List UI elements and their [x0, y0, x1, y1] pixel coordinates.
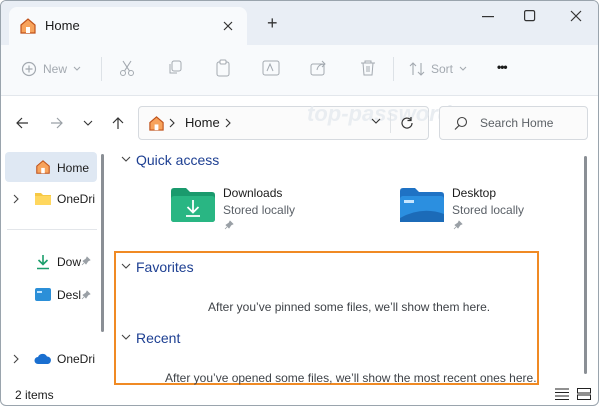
paste-icon[interactable] — [213, 58, 233, 78]
breadcrumb-chevron-icon — [169, 118, 175, 128]
item-count: 2 items — [15, 388, 54, 402]
navigation-bar: Home top-password.com Search Home — [1, 96, 598, 148]
recent-empty-text: After you’ve opened some files, we’ll sh… — [165, 371, 537, 385]
breadcrumb-home[interactable]: Home — [185, 115, 220, 130]
search-icon — [454, 116, 468, 130]
address-bar[interactable]: Home top-password.com — [138, 101, 503, 140]
sort-icon — [409, 61, 425, 77]
section-title: Recent — [136, 330, 181, 346]
tiles-view-icon[interactable] — [577, 388, 591, 400]
sidebar-scrollbar[interactable] — [101, 154, 104, 332]
section-title: Favorites — [136, 259, 194, 275]
sidebar-item-onedrive-personal[interactable]: OneDri — [5, 186, 97, 212]
sort-button[interactable]: Sort — [409, 60, 467, 78]
status-bar: 2 items — [1, 384, 598, 405]
item-location: Stored locally — [223, 203, 296, 217]
expand-chevron-icon[interactable] — [13, 354, 19, 364]
desktop-icon — [35, 288, 51, 301]
explorer-window: Home + New Sort ••• Home top-password.co… — [0, 0, 599, 406]
home-icon — [19, 17, 37, 35]
sidebar-item-label: Home — [57, 161, 90, 175]
tab-title: Home — [45, 18, 80, 33]
sidebar-item-label: Desl — [57, 288, 82, 302]
sidebar-item-desktop[interactable]: Desl — [5, 282, 97, 308]
sort-label: Sort — [431, 62, 454, 76]
section-title: Quick access — [136, 152, 220, 168]
up-arrow-icon[interactable] — [109, 114, 127, 132]
address-divider — [390, 113, 391, 133]
new-label: New — [43, 62, 68, 76]
content-scrollbar[interactable] — [584, 156, 587, 374]
tab-home[interactable]: Home — [9, 7, 247, 45]
download-icon — [35, 254, 51, 270]
item-location: Stored locally — [452, 203, 525, 217]
chevron-down-icon — [459, 66, 467, 72]
sidebar-item-label: Dow — [57, 255, 82, 269]
details-view-icon[interactable] — [555, 388, 569, 400]
item-name: Desktop — [452, 186, 497, 200]
folder-icon — [35, 191, 51, 205]
sidebar-item-onedrive[interactable]: OneDri — [5, 346, 97, 372]
address-history-chevron-icon[interactable] — [371, 118, 381, 125]
pin-icon — [453, 220, 463, 230]
chevron-down-icon — [121, 156, 131, 163]
sidebar-item-label: OneDri — [57, 352, 96, 366]
pin-icon — [81, 256, 91, 266]
cut-icon[interactable] — [117, 58, 137, 78]
home-icon — [147, 114, 165, 132]
share-icon[interactable] — [309, 58, 329, 78]
downloads-folder-icon — [171, 188, 215, 225]
quick-access-item-downloads[interactable]: Downloads Stored locally — [171, 186, 351, 234]
content-area: Quick access Downloads Stored locally De… — [111, 148, 581, 385]
plus-circle-icon — [21, 61, 37, 77]
recent-locations-chevron-icon[interactable] — [81, 116, 95, 130]
pin-icon — [81, 290, 91, 300]
maximize-icon[interactable] — [515, 5, 545, 27]
quick-access-item-desktop[interactable]: Desktop Stored locally — [400, 186, 580, 234]
search-placeholder: Search Home — [480, 116, 554, 130]
new-tab-button[interactable]: + — [267, 13, 278, 34]
title-bar: Home + — [1, 1, 598, 45]
back-arrow-icon[interactable] — [13, 114, 31, 132]
chevron-down-icon — [121, 334, 131, 341]
desktop-folder-icon — [400, 188, 444, 225]
rename-icon[interactable] — [261, 58, 281, 78]
favorites-empty-text: After you’ve pinned some files, we’ll sh… — [208, 300, 491, 314]
chevron-down-icon — [73, 66, 81, 72]
expand-chevron-icon[interactable] — [13, 194, 19, 204]
cloud-icon — [34, 353, 52, 365]
sidebar-item-downloads[interactable]: Dow — [5, 249, 97, 275]
copy-icon[interactable] — [165, 58, 185, 78]
home-icon — [35, 159, 51, 175]
forward-arrow-icon[interactable] — [48, 114, 66, 132]
refresh-icon[interactable] — [399, 115, 415, 131]
search-input[interactable]: Search Home — [439, 106, 588, 140]
close-tab-icon[interactable] — [219, 17, 237, 35]
more-options-button[interactable]: ••• — [497, 60, 508, 74]
close-icon[interactable] — [561, 5, 591, 27]
command-bar: New Sort ••• — [1, 45, 598, 96]
sidebar-item-home[interactable]: Home — [5, 152, 97, 182]
delete-icon[interactable] — [358, 58, 378, 78]
pin-icon — [224, 220, 234, 230]
item-name: Downloads — [223, 186, 283, 200]
sidebar-divider — [7, 229, 97, 230]
minimize-icon[interactable] — [473, 7, 503, 27]
new-button[interactable]: New — [21, 60, 81, 78]
chevron-down-icon — [121, 263, 131, 270]
sidebar-item-label: OneDri — [57, 192, 96, 206]
toolbar-divider — [393, 57, 394, 81]
navigation-pane: Home OneDri Dow Desl OneDri — [1, 148, 107, 384]
breadcrumb-chevron-icon[interactable] — [225, 118, 231, 128]
toolbar-divider — [101, 57, 102, 81]
